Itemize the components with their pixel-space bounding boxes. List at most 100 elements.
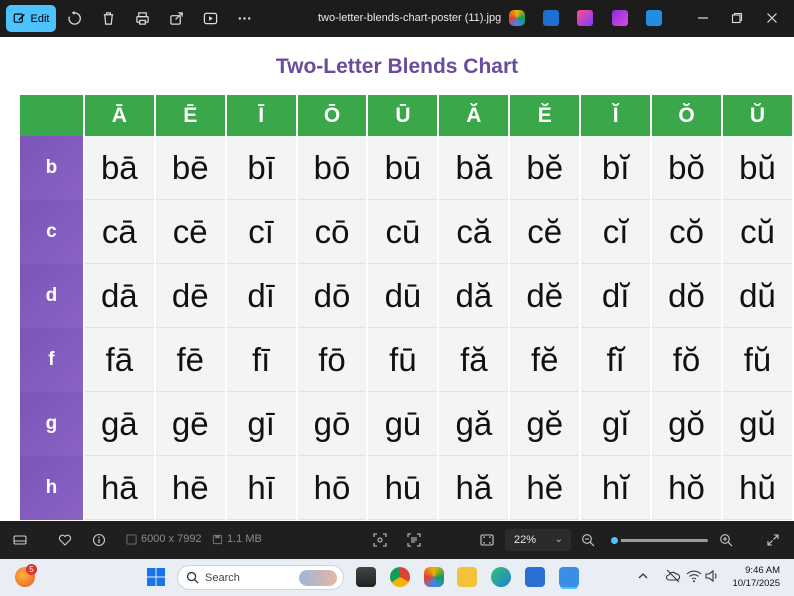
blend-cell: cĕ xyxy=(510,200,580,264)
print-icon[interactable] xyxy=(133,9,151,27)
fit-to-window-icon[interactable] xyxy=(479,532,495,548)
blend-cell: bī xyxy=(226,136,296,200)
chevron-down-icon: ⌄ xyxy=(554,534,563,545)
blends-body: b bā bē bī bō bū bă bĕ bĭ bŏ bŭ c cā cē cī cō cū că cĕ cĭ cŏ… xyxy=(20,136,792,520)
blend-cell: dū xyxy=(368,264,438,328)
edit-button[interactable]: Edit xyxy=(6,5,56,32)
vowel-header: Ĕ xyxy=(510,95,580,136)
wifi-icon[interactable] xyxy=(686,569,702,583)
zoom-slider-thumb[interactable] xyxy=(607,534,621,547)
photos-legacy-icon[interactable] xyxy=(612,10,628,26)
search-placeholder: Search xyxy=(205,571,240,584)
slideshow-icon[interactable] xyxy=(201,9,219,27)
blend-cell: cū xyxy=(368,200,438,264)
blend-cell: gĕ xyxy=(510,392,580,456)
clipchamp-icon[interactable] xyxy=(577,10,593,26)
blends-table: ĀĒĪŌŪĂĔĬŎŬ b bā bē bī bō bū bă bĕ bĭ bŏ bŭ c cā cē cī c… xyxy=(18,95,794,520)
zoom-slider[interactable] xyxy=(607,534,708,547)
full-screen-icon[interactable] xyxy=(765,532,781,548)
favorite-icon[interactable] xyxy=(57,532,73,548)
title-bar: Edit two-letter-blends-chart-poster (11)… xyxy=(0,0,794,37)
edit-icon xyxy=(13,13,25,23)
scan-text-icon[interactable] xyxy=(406,532,422,548)
designer-icon[interactable] xyxy=(543,10,559,26)
blend-row: c cā cē cī cō cū că cĕ cĭ cŏ cŭ xyxy=(20,200,792,264)
blend-row: h hā hē hī hō hū hă hĕ hĭ hŏ hŭ xyxy=(20,456,792,520)
onedrive-offline-icon[interactable] xyxy=(665,569,681,583)
filmstrip-icon[interactable] xyxy=(12,532,28,548)
onedrive-icon[interactable] xyxy=(646,10,662,26)
close-icon[interactable] xyxy=(764,10,780,26)
start-icon[interactable] xyxy=(146,567,166,587)
photos-taskbar-icon[interactable] xyxy=(559,567,579,587)
blend-cell: fā xyxy=(84,328,154,392)
chevron-up-icon[interactable] xyxy=(636,569,650,583)
blend-cell: dī xyxy=(226,264,296,328)
blend-cell: hĕ xyxy=(510,456,580,520)
vowel-header: Ĭ xyxy=(581,95,651,136)
vowel-header: Ŭ xyxy=(722,95,792,136)
blend-cell: dă xyxy=(439,264,509,328)
blend-cell: gū xyxy=(368,392,438,456)
more-options-icon[interactable] xyxy=(235,9,253,27)
zoom-out-icon[interactable] xyxy=(580,532,596,548)
blend-cell: bē xyxy=(155,136,225,200)
task-view-icon[interactable] xyxy=(356,567,376,587)
info-icon[interactable] xyxy=(91,532,107,548)
visual-search-icon[interactable] xyxy=(372,532,388,548)
blend-cell: fŏ xyxy=(652,328,721,392)
blend-cell: hā xyxy=(84,456,154,520)
blend-cell: gă xyxy=(439,392,509,456)
copilot-taskbar-icon[interactable] xyxy=(424,567,444,587)
edge-icon[interactable] xyxy=(491,567,511,587)
vowel-header: Ū xyxy=(368,95,438,136)
blend-cell: gĭ xyxy=(581,392,651,456)
consonant-header: b xyxy=(20,136,83,200)
blend-cell: bŭ xyxy=(722,136,792,200)
blend-cell: fĭ xyxy=(581,328,651,392)
consonant-header: f xyxy=(20,328,83,392)
zoom-in-icon[interactable] xyxy=(718,532,734,548)
taskbar-search[interactable]: Search xyxy=(177,565,344,590)
delete-icon[interactable] xyxy=(99,9,117,27)
share-icon[interactable] xyxy=(167,9,185,27)
header-corner xyxy=(20,95,83,136)
blend-cell: fĕ xyxy=(510,328,580,392)
image-viewport[interactable]: Two-Letter Blends Chart ĀĒĪŌŪĂĔĬŎŬ b bā bē… xyxy=(0,37,794,521)
copilot-icon[interactable] xyxy=(509,10,525,26)
blend-cell: hĭ xyxy=(581,456,651,520)
taskbar: 5 Search 9:46 AM 10/17/2025 xyxy=(0,559,794,596)
taskbar-clock[interactable]: 9:46 AM 10/17/2025 xyxy=(732,564,780,590)
store-icon[interactable] xyxy=(525,567,545,587)
blend-cell: gŭ xyxy=(722,392,792,456)
blend-cell: dŏ xyxy=(652,264,721,328)
file-size-icon xyxy=(212,534,223,544)
minimize-icon[interactable] xyxy=(695,10,711,26)
rotate-icon[interactable] xyxy=(65,9,83,27)
blend-cell: fŭ xyxy=(722,328,792,392)
volume-icon[interactable] xyxy=(704,569,720,583)
blend-row: f fā fē fī fō fū fă fĕ fĭ fŏ fŭ xyxy=(20,328,792,392)
blend-cell: bū xyxy=(368,136,438,200)
blend-cell: hō xyxy=(297,456,367,520)
blend-cell: fī xyxy=(226,328,296,392)
restore-icon[interactable] xyxy=(729,10,745,26)
blend-cell: dĭ xyxy=(581,264,651,328)
image-dimensions: 6000 x 7992 xyxy=(126,533,202,545)
blend-cell: bā xyxy=(84,136,154,200)
blend-cell: gō xyxy=(297,392,367,456)
consonant-header: h xyxy=(20,456,83,520)
vowel-header: Ŏ xyxy=(652,95,721,136)
vowel-header: Ō xyxy=(297,95,367,136)
status-bar: 6000 x 7992 1.1 MB 22% ⌄ xyxy=(0,521,794,559)
blend-cell: gā xyxy=(84,392,154,456)
file-title: two-letter-blends-chart-poster (11).jpg xyxy=(318,12,502,24)
chrome-icon[interactable] xyxy=(390,567,410,587)
zoom-level-dropdown[interactable]: 22% ⌄ xyxy=(505,529,571,551)
consonant-header: g xyxy=(20,392,83,456)
blend-cell: gŏ xyxy=(652,392,721,456)
clock-date: 10/17/2025 xyxy=(732,578,780,589)
blend-cell: bĕ xyxy=(510,136,580,200)
dimensions-icon xyxy=(126,533,137,545)
file-explorer-icon[interactable] xyxy=(457,567,477,587)
